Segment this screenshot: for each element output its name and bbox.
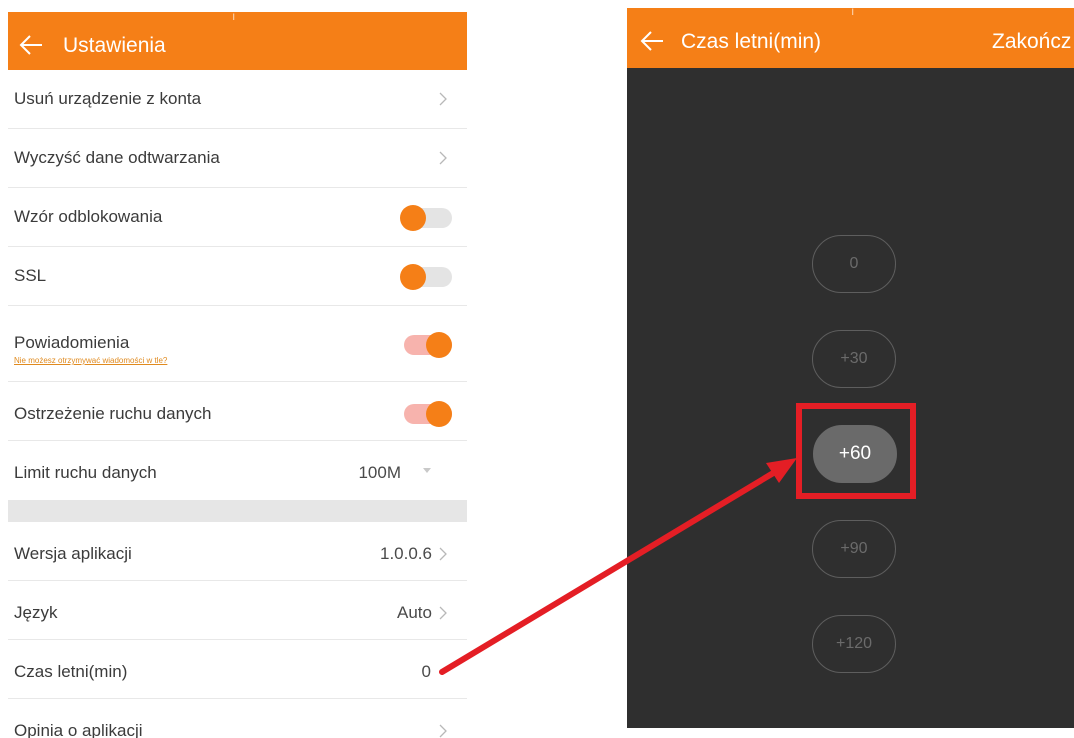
app-version-row[interactable]: Wersja aplikacji 1.0.0.6 <box>8 522 467 581</box>
traffic-limit-value[interactable]: 100M <box>358 463 401 483</box>
dst-option[interactable]: 0 <box>812 235 896 293</box>
traffic-limit-row[interactable]: Limit ruchu danych 100M <box>8 441 467 500</box>
language-value: Auto <box>397 603 432 622</box>
traffic-warning-row: Ostrzeżenie ruchu danych <box>8 382 467 441</box>
dst-picker-screen: Czas letni(min) Zakończ 0 +30 +60 +90 +1… <box>627 8 1074 728</box>
clear-playback-row[interactable]: Wyczyść dane odtwarzania <box>8 129 467 188</box>
ssl-toggle[interactable] <box>400 264 452 290</box>
chevron-right-icon <box>439 151 447 165</box>
feedback-label: Opinia o aplikacji <box>14 721 143 738</box>
picker-title: Czas letni(min) <box>681 30 822 53</box>
unlock-pattern-toggle[interactable] <box>400 205 452 231</box>
unlock-pattern-label: Wzór odblokowania <box>14 207 163 226</box>
dst-value: 0 <box>421 662 431 681</box>
settings-screen: Ustawienia Usuń urządzenie z konta Wyczy… <box>8 12 467 738</box>
chevron-right-icon <box>439 92 447 106</box>
section-divider <box>8 500 467 522</box>
traffic-warning-label: Ostrzeżenie ruchu danych <box>14 404 212 423</box>
dst-option[interactable]: +120 <box>812 615 896 673</box>
status-bar-glyph: ı <box>851 4 855 18</box>
chevron-down-icon <box>423 468 431 473</box>
chevron-right-icon <box>439 724 447 738</box>
ssl-row: SSL <box>8 247 467 306</box>
traffic-warning-toggle[interactable] <box>400 401 452 427</box>
ssl-label: SSL <box>14 266 47 285</box>
clear-playback-label: Wyczyść dane odtwarzania <box>14 148 220 167</box>
language-label: Język <box>14 603 58 622</box>
app-version-label: Wersja aplikacji <box>14 544 132 563</box>
language-row[interactable]: Język Auto <box>8 581 467 640</box>
notifications-label: Powiadomienia <box>14 333 130 352</box>
remove-device-row[interactable]: Usuń urządzenie z konta <box>8 70 467 129</box>
selection-highlight-box <box>796 403 916 499</box>
done-button[interactable]: Zakończ <box>992 30 1071 54</box>
notifications-toggle[interactable] <box>400 332 452 358</box>
chevron-right-icon <box>439 606 447 620</box>
settings-header: Ustawienia <box>8 12 467 70</box>
notifications-row: Powiadomienia Nie możesz otrzymywać wiad… <box>8 306 467 382</box>
chevron-right-icon <box>439 547 447 561</box>
notifications-help-link[interactable]: Nie możesz otrzymywać wiadomości w tle? <box>14 356 167 366</box>
dst-option[interactable]: +90 <box>812 520 896 578</box>
app-version-value: 1.0.0.6 <box>380 544 432 563</box>
page-title: Ustawienia <box>63 34 166 57</box>
back-arrow-icon[interactable] <box>639 29 665 53</box>
dst-option[interactable]: +30 <box>812 330 896 388</box>
dst-row[interactable]: Czas letni(min) 0 <box>8 640 467 699</box>
feedback-row[interactable]: Opinia o aplikacji <box>8 699 467 738</box>
traffic-limit-label: Limit ruchu danych <box>14 463 157 482</box>
dst-label: Czas letni(min) <box>14 662 128 681</box>
back-arrow-icon[interactable] <box>18 33 44 57</box>
status-bar-glyph: ı <box>232 9 236 23</box>
remove-device-label: Usuń urządzenie z konta <box>14 89 202 108</box>
unlock-pattern-row: Wzór odblokowania <box>8 188 467 247</box>
